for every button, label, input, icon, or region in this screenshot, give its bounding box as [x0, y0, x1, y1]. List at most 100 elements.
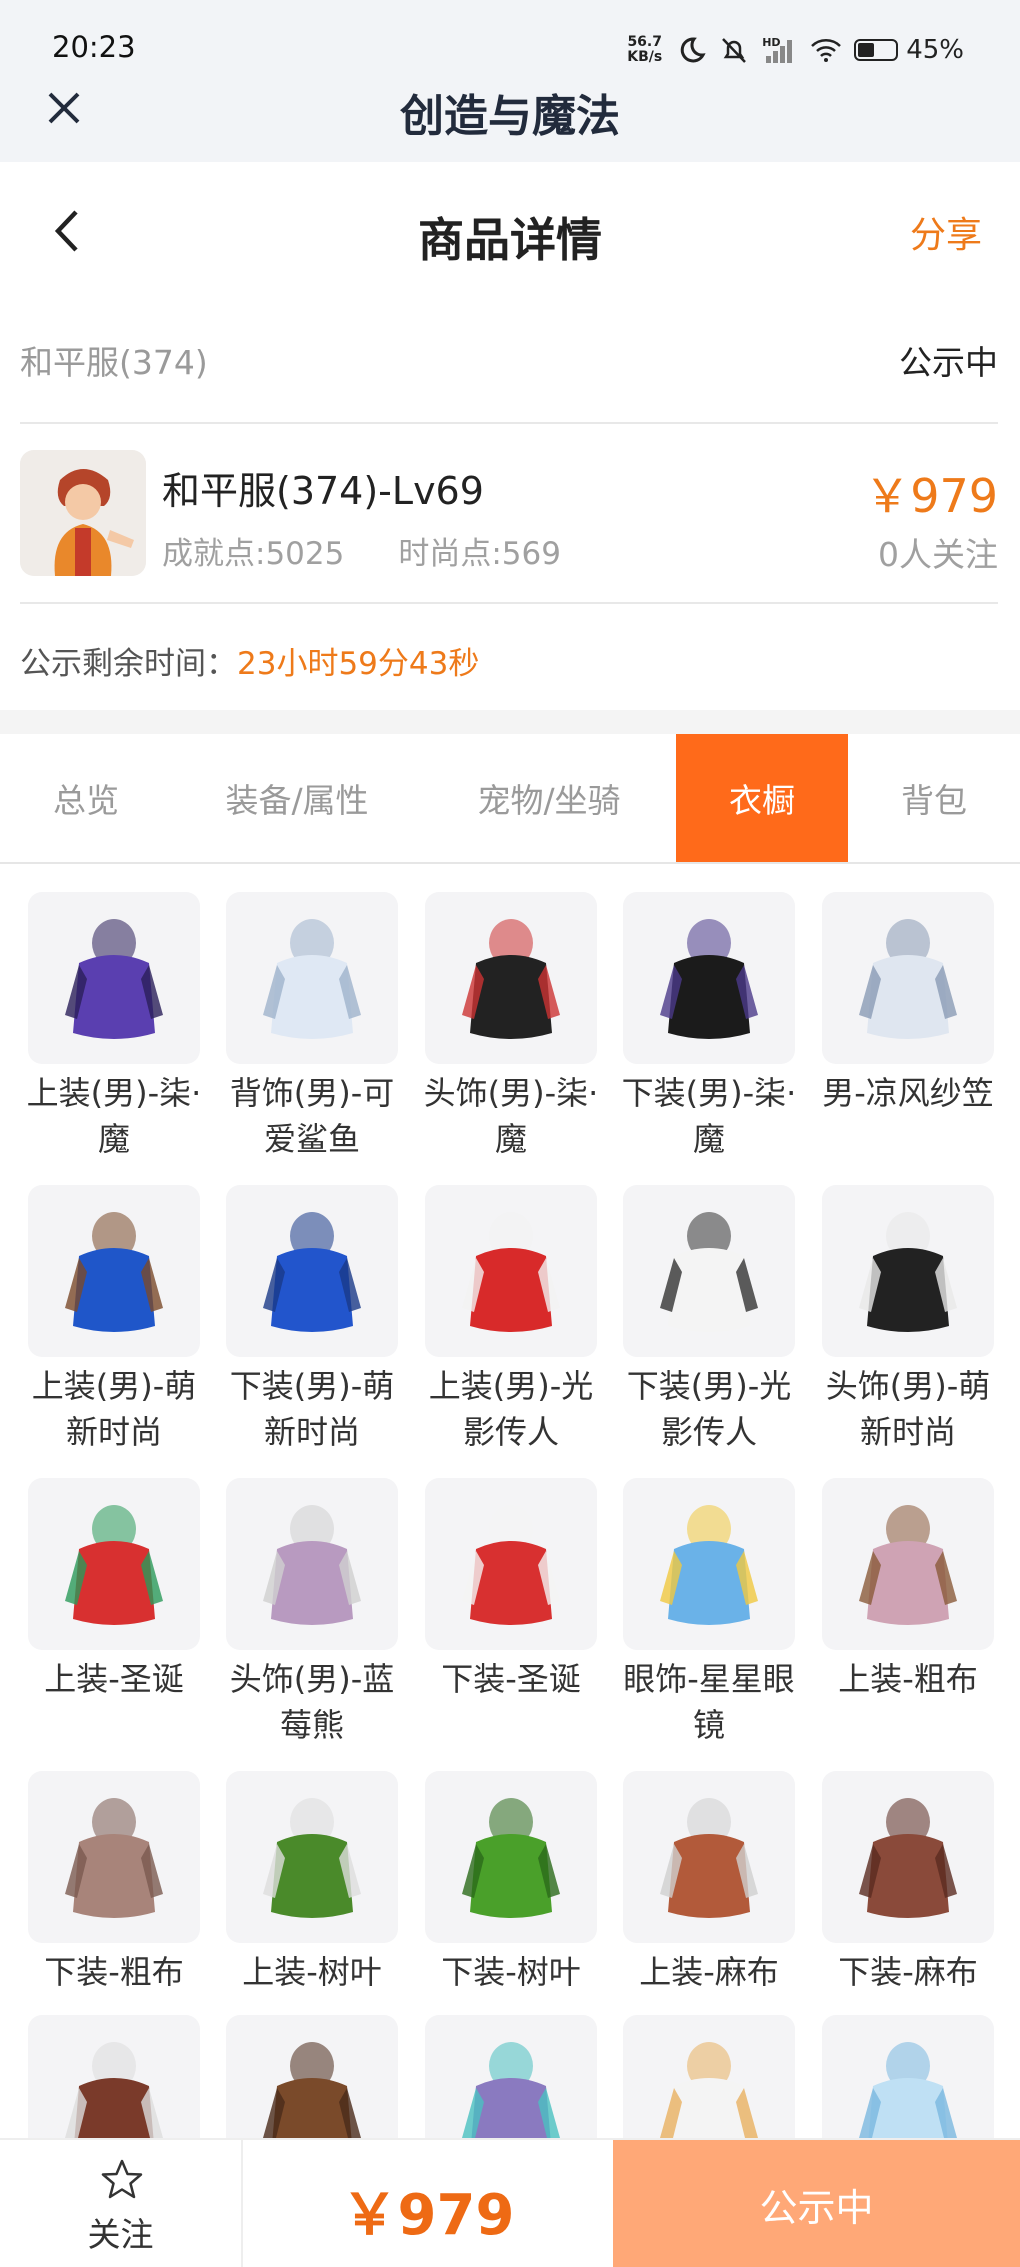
battery-icon [854, 39, 899, 61]
goods-title: 和平服(374)-Lv69 [162, 469, 484, 513]
battery: 45% [854, 35, 964, 65]
network-speed-value: 56.7 [627, 34, 662, 50]
wardrobe-item-label: 下装-圣诞 [441, 1660, 581, 1698]
wardrobe-item-label: 上装-树叶 [242, 1953, 382, 1991]
wardrobe-item-label: 眼饰-星星眼镜 [623, 1660, 795, 1744]
wardrobe-item-label: 下装(男)-萌新时尚 [229, 1367, 395, 1451]
wardrobe-item[interactable]: 下装-麻布 [822, 1771, 994, 1995]
tab-bag[interactable]: 背包 [848, 734, 1020, 862]
status-time: 20:23 [52, 30, 136, 64]
tab-equipment[interactable]: 装备/属性 [172, 734, 422, 862]
wardrobe-item[interactable]: 眼饰-星星眼镜 [623, 1478, 795, 1748]
bottom-price: ￥979 [341, 2183, 515, 2248]
wardrobe-item-image [623, 1185, 795, 1357]
wardrobe-item[interactable]: 上装(男)-光影传人 [425, 1185, 597, 1455]
wardrobe-item-label: 下装(男)-柒·魔 [621, 1074, 797, 1158]
character-avatar [20, 450, 146, 576]
wardrobe-item[interactable]: 背饰(男)-可爱鲨鱼 [226, 892, 398, 1162]
wardrobe-item[interactable]: 头饰(男)-柒·魔 [424, 892, 598, 1162]
tab-label: 总览 [53, 781, 119, 820]
detail-tabs: 总览 装备/属性 宠物/坐骑 衣橱 背包 [0, 734, 1020, 864]
achievement-points: 成就点:5025 [162, 536, 345, 572]
share-button[interactable]: 分享 [910, 206, 982, 258]
tab-label: 背包 [901, 781, 967, 820]
wardrobe-item-image [623, 1478, 795, 1650]
countdown-label: 公示剩余时间： [20, 646, 237, 682]
wardrobe-item[interactable]: 下装-圣诞 [425, 1478, 597, 1702]
wardrobe-item-image [425, 1478, 597, 1650]
battery-fill [858, 43, 875, 57]
wardrobe-item-image [226, 1771, 398, 1943]
server-name: 和平服(374) [20, 343, 208, 382]
wardrobe-item-label: 上装(男)-萌新时尚 [31, 1367, 197, 1451]
wardrobe-item[interactable]: 上装-圣诞 [28, 1478, 200, 1702]
wardrobe-item-image [822, 1771, 994, 1943]
wardrobe-item-image [226, 1185, 398, 1357]
wardrobe-item-label: 下装-麻布 [838, 1953, 978, 1991]
wardrobe-item-image [425, 1771, 597, 1943]
wardrobe-item-label: 上装-粗布 [838, 1660, 978, 1698]
follow-label: 关注 [87, 2215, 154, 2254]
wardrobe-item[interactable]: 上装-粗布 [822, 1478, 994, 1702]
tab-label: 装备/属性 [225, 781, 369, 820]
wardrobe-item-image [822, 1478, 994, 1650]
divider [20, 602, 998, 604]
bottom-bar: 关注 ￥979 公示中 [0, 2138, 1020, 2267]
wardrobe-item-label: 上装(男)-柒·魔 [26, 1074, 202, 1158]
wardrobe-item-image [28, 1771, 200, 1943]
wardrobe-item-label: 上装-圣诞 [44, 1660, 184, 1698]
wardrobe-item-label: 下装-粗布 [44, 1953, 184, 1991]
wardrobe-item-label: 下装(男)-光影传人 [626, 1367, 792, 1451]
tab-label: 宠物/坐骑 [477, 781, 621, 820]
tab-overview[interactable]: 总览 [0, 734, 172, 862]
bell-muted-icon [722, 38, 747, 63]
tab-wardrobe[interactable]: 衣橱 [676, 734, 848, 862]
wardrobe-item[interactable]: 上装-树叶 [226, 1771, 398, 1995]
moon-icon [680, 37, 706, 63]
battery-percent: 45% [906, 35, 964, 65]
status-icons: 56.7 KB/s HD 45% [627, 30, 964, 70]
wardrobe-item[interactable]: 上装(男)-萌新时尚 [28, 1185, 200, 1455]
goods-price: ￥979 [864, 469, 998, 523]
wardrobe-item[interactable]: 下装(男)-柒·魔 [622, 892, 796, 1162]
publicity-button[interactable]: 公示中 [613, 2140, 1020, 2267]
goods-card[interactable]: 和平服(374)-Lv69 成就点:5025 时尚点:569 ￥979 0人关注 [20, 450, 998, 576]
wardrobe-item-image [623, 892, 795, 1064]
app-header: 20:23 56.7 KB/s HD 45% 创造与魔法 [0, 0, 1020, 162]
star-icon [101, 2159, 143, 2199]
tab-pets[interactable]: 宠物/坐骑 [422, 734, 676, 862]
divider [20, 422, 998, 424]
page-title: 商品详情 [418, 213, 602, 267]
wardrobe-item-image [822, 892, 994, 1064]
countdown-value: 23小时59分43秒 [237, 646, 480, 682]
wardrobe-item[interactable]: 下装-粗布 [28, 1771, 200, 1995]
app-title: 创造与魔法 [400, 91, 620, 142]
wardrobe-item[interactable]: 下装(男)-萌新时尚 [226, 1185, 398, 1455]
wardrobe-item-image [822, 1185, 994, 1357]
wardrobe-item[interactable]: 上装-麻布 [623, 1771, 795, 1995]
wardrobe-item[interactable]: 男-凉风纱笠 [822, 892, 994, 1116]
wardrobe-item-image [226, 1478, 398, 1650]
wardrobe-item-image [28, 1185, 200, 1357]
wardrobe-item-label: 上装-麻布 [639, 1953, 779, 1991]
wardrobe-item-image [425, 1185, 597, 1357]
wardrobe-item[interactable]: 头饰(男)-萌新时尚 [822, 1185, 994, 1455]
wardrobe-item[interactable]: 下装-树叶 [425, 1771, 597, 1995]
network-speed-unit: KB/s [627, 49, 663, 65]
wardrobe-item-image [226, 892, 398, 1064]
wardrobe-item-label: 头饰(男)-蓝莓熊 [229, 1660, 395, 1744]
page: 20:23 56.7 KB/s HD 45% 创造与魔法 商品详情 分享 和平服… [0, 0, 1020, 2267]
wardrobe-item-label: 头饰(男)-萌新时尚 [825, 1367, 991, 1451]
section-separator [0, 710, 1020, 734]
nav-bar: 商品详情 分享 [0, 162, 1020, 302]
wardrobe-item-image [28, 1478, 200, 1650]
wardrobe-item-label: 上装(男)-光影传人 [428, 1367, 594, 1451]
wardrobe-item[interactable]: 头饰(男)-蓝莓熊 [226, 1478, 398, 1748]
network-speed: 56.7 KB/s [627, 35, 662, 65]
wardrobe-item[interactable]: 下装(男)-光影传人 [623, 1185, 795, 1455]
wardrobe-item-label: 背饰(男)-可爱鲨鱼 [229, 1074, 395, 1158]
follow-button[interactable]: 关注 [0, 2140, 243, 2267]
wardrobe-item-image [623, 1771, 795, 1943]
listing-meta: 和平服(374) 公示中 [20, 330, 998, 390]
wardrobe-item[interactable]: 上装(男)-柒·魔 [27, 892, 201, 1162]
